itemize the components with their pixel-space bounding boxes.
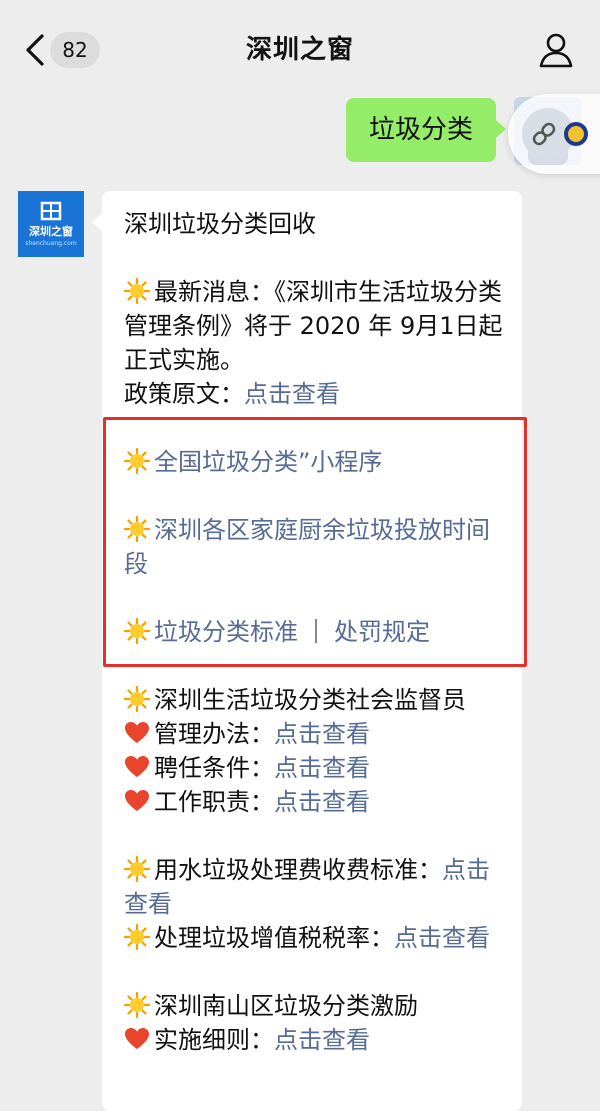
vat-item: 处理垃圾增值税税率：点击查看 [124, 921, 510, 955]
sun-emoji-icon [124, 992, 150, 1018]
policy-view-link[interactable]: 点击查看 [244, 380, 340, 408]
duty-label: 工作职责： [154, 788, 274, 816]
sun-emoji-icon [124, 856, 150, 882]
message-heading: 深圳垃圾分类回收 [124, 210, 316, 238]
rules-view-link[interactable]: 点击查看 [274, 1026, 370, 1054]
vat-view-link[interactable]: 点击查看 [394, 924, 490, 952]
duty-view-link[interactable]: 点击查看 [274, 788, 370, 816]
floating-window-icon [522, 108, 588, 160]
heart-emoji-icon [125, 756, 149, 777]
official-account-avatar[interactable]: 深圳之窗 shenchuang.com [18, 191, 84, 257]
nav-bar: 82 深圳之窗 [0, 0, 600, 100]
outgoing-message-bubble[interactable]: 垃圾分类 [346, 98, 506, 162]
avatar-name: 深圳之窗 [29, 224, 73, 238]
sun-emoji-icon [124, 686, 150, 712]
chat-title: 深圳之窗 [245, 35, 354, 65]
window-logo-icon: 深圳之窗 shenchuang.com [18, 191, 84, 257]
rules-label: 实施细则： [154, 1026, 274, 1054]
hire-label: 聘任条件： [154, 754, 274, 782]
nanshan-text: 深圳南山区垃圾分类激励 [154, 992, 418, 1020]
avatar-subtitle: shenchuang.com [25, 240, 76, 247]
rules-item: 实施细则：点击查看 [124, 1023, 510, 1057]
water-fee-item: 用水垃圾处理费收费标准：点击查看 [124, 853, 510, 921]
heart-emoji-icon [125, 790, 149, 811]
profile-icon[interactable] [536, 30, 576, 70]
supervisor-item: 深圳生活垃圾分类社会监督员 [124, 683, 510, 717]
policy-item: 政策原文：点击查看 [124, 377, 510, 411]
floating-window-button[interactable] [508, 94, 600, 174]
outgoing-message-text: 垃圾分类 [368, 115, 473, 145]
mgmt-item: 管理办法：点击查看 [124, 717, 510, 751]
supervisor-text: 深圳生活垃圾分类社会监督员 [154, 686, 466, 714]
news-text: 最新消息：《深圳市生活垃圾分类管理条例》将于 2020 年 9月1日起正式实施。 [124, 278, 503, 374]
mgmt-label: 管理办法： [154, 720, 274, 748]
vat-label: 处理垃圾增值税税率： [154, 924, 394, 952]
policy-label: 政策原文： [124, 380, 244, 408]
sun-emoji-icon [124, 278, 150, 304]
hire-item: 聘任条件：点击查看 [124, 751, 510, 785]
water-fee-label: 用水垃圾处理费收费标准： [154, 856, 442, 884]
hire-view-link[interactable]: 点击查看 [274, 754, 370, 782]
highlight-box [103, 417, 527, 667]
nanshan-item: 深圳南山区垃圾分类激励 [124, 989, 510, 1023]
mgmt-view-link[interactable]: 点击查看 [274, 720, 370, 748]
sun-emoji-icon [124, 924, 150, 950]
news-item: 最新消息：《深圳市生活垃圾分类管理条例》将于 2020 年 9月1日起正式实施。 [124, 275, 510, 377]
heart-emoji-icon [125, 1028, 149, 1049]
heart-emoji-icon [125, 722, 149, 743]
duty-item: 工作职责：点击查看 [124, 785, 510, 819]
